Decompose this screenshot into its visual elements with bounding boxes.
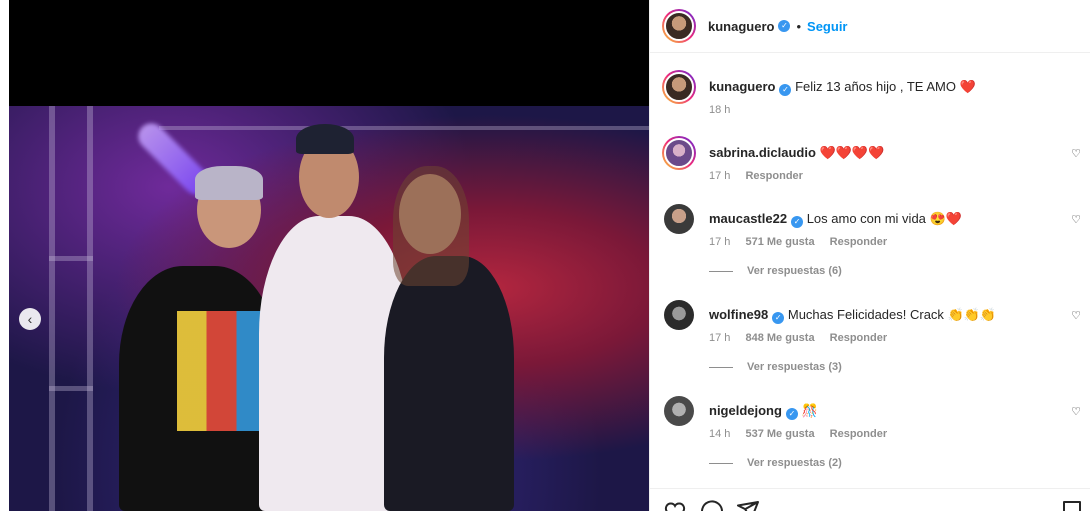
author-username[interactable]: kunaguero [708, 19, 774, 34]
previous-photo-button[interactable]: ‹ [19, 308, 41, 330]
avatar-image [664, 396, 694, 426]
stage-truss [159, 126, 649, 130]
comment-username[interactable]: nigeldejong [709, 403, 782, 418]
comment-text: maucastle22 ✓ Los amo con mi vida 😍❤️ [709, 210, 962, 228]
bookmark-icon[interactable] [1060, 499, 1084, 511]
heart-icon[interactable]: ♡ [1070, 214, 1082, 226]
post-media[interactable]: ‹ [9, 0, 649, 511]
verified-badge-icon: ✓ [779, 84, 792, 96]
comment-likes[interactable]: 537 Me gusta [745, 428, 814, 440]
comment-likes[interactable]: 848 Me gusta [745, 332, 814, 344]
caption-row: kunaguero ✓ Feliz 13 años hijo , TE AMO ❤… [662, 70, 1082, 120]
comment-row: wolfine98 ✓ Muchas Felicidades! Crack 👏👏👏… [662, 298, 1082, 378]
comment-text: nigeldejong ✓ 🎊 [709, 402, 818, 420]
left-edge [0, 0, 9, 511]
reply-button[interactable]: Responder [830, 236, 887, 248]
replies-divider [709, 366, 733, 368]
view-replies-button[interactable]: Ver respuestas (2) [709, 457, 842, 469]
comment-likes[interactable]: 571 Me gusta [745, 236, 814, 248]
comment-meta: 17 h 571 Me gusta Responder [709, 236, 899, 248]
comment-time: 17 h [709, 170, 731, 182]
heart-icon[interactable]: ♡ [1070, 406, 1082, 418]
comment-icon[interactable] [700, 499, 724, 511]
comment-row: sabrina.diclaudio ❤️❤️❤️❤️ ♡ 17 h Respon… [662, 136, 1082, 186]
stage-truss [49, 106, 55, 511]
person-hair [393, 166, 469, 286]
comment-meta: 14 h 537 Me gusta Responder [709, 428, 899, 440]
view-replies-button[interactable]: Ver respuestas (6) [709, 265, 842, 277]
comment-text: wolfine98 ✓ Muchas Felicidades! Crack 👏👏👏 [709, 306, 996, 324]
replies-divider [709, 270, 733, 272]
reply-button[interactable]: Responder [830, 332, 887, 344]
comment-avatar[interactable] [662, 298, 696, 332]
caption-text: kunaguero ✓ Feliz 13 años hijo , TE AMO ❤… [709, 78, 976, 96]
person-girl [384, 256, 514, 511]
heart-icon[interactable]: ♡ [1070, 148, 1082, 160]
view-replies-label: Ver respuestas (6) [747, 265, 842, 277]
verified-badge-icon: ✓ [778, 20, 791, 32]
avatar-image [664, 300, 694, 330]
instagram-post-view: ‹ kunaguero ✓ • Seguir kunaguero ✓ Feliz … [0, 0, 1090, 511]
comment-time: 17 h [709, 332, 731, 344]
avatar-image [664, 11, 694, 41]
caption-body: Feliz 13 años hijo , TE AMO ❤️ [795, 79, 976, 94]
avatar-image [664, 138, 694, 168]
replies-divider [709, 462, 733, 464]
verified-badge-icon: ✓ [772, 312, 785, 324]
caption-username[interactable]: kunaguero [709, 79, 775, 94]
shirt-print [177, 311, 267, 431]
comment-row: maucastle22 ✓ Los amo con mi vida 😍❤️ ♡ 1… [662, 202, 1082, 282]
caption-meta: 18 h [709, 104, 742, 116]
chevron-left-icon: ‹ [27, 311, 33, 327]
stage-truss [87, 106, 93, 511]
comment-body: ❤️❤️❤️❤️ [819, 145, 885, 160]
verified-badge-icon: ✓ [785, 408, 798, 420]
comment-body: Los amo con mi vida 😍❤️ [806, 211, 962, 226]
caption-time: 18 h [709, 104, 731, 116]
cap [296, 124, 354, 154]
verified-badge-icon: ✓ [791, 216, 804, 228]
person-hair [195, 166, 263, 200]
comment-time: 14 h [709, 428, 731, 440]
share-icon[interactable] [736, 499, 760, 511]
avatar-image [664, 72, 694, 102]
heart-icon[interactable]: ♡ [1070, 310, 1082, 322]
stage-truss [49, 386, 93, 391]
comment-avatar[interactable] [662, 394, 696, 428]
comment-avatar[interactable] [662, 202, 696, 236]
comment-meta: 17 h 848 Me gusta Responder [709, 332, 899, 344]
heart-icon[interactable] [664, 499, 688, 511]
caption-avatar[interactable] [662, 70, 696, 104]
post-header: kunaguero ✓ • Seguir [650, 0, 1090, 53]
comment-text: sabrina.diclaudio ❤️❤️❤️❤️ [709, 144, 884, 161]
comment-row: nigeldejong ✓ 🎊 ♡ 14 h 537 Me gusta Respo… [662, 394, 1082, 474]
comment-username[interactable]: maucastle22 [709, 211, 787, 226]
post-actions-bar [650, 488, 1090, 511]
follow-button[interactable]: Seguir [807, 19, 847, 34]
stage-truss [49, 256, 93, 261]
comment-body: Muchas Felicidades! Crack 👏👏👏 [787, 307, 997, 322]
view-replies-button[interactable]: Ver respuestas (3) [709, 361, 842, 373]
separator-dot: • [796, 18, 802, 34]
comment-meta: 17 h Responder [709, 170, 815, 182]
comments-panel: kunaguero ✓ • Seguir kunaguero ✓ Feliz 13… [649, 0, 1090, 511]
comment-username[interactable]: wolfine98 [709, 307, 768, 322]
comment-avatar[interactable] [662, 136, 696, 170]
view-replies-label: Ver respuestas (3) [747, 361, 842, 373]
reply-button[interactable]: Responder [830, 428, 887, 440]
view-replies-label: Ver respuestas (2) [747, 457, 842, 469]
author-avatar[interactable] [662, 9, 696, 43]
comment-body: 🎊 [801, 403, 818, 418]
post-photo [9, 106, 649, 511]
reply-button[interactable]: Responder [745, 170, 802, 182]
avatar-image [664, 204, 694, 234]
comment-username[interactable]: sabrina.diclaudio [709, 145, 816, 160]
comment-time: 17 h [709, 236, 731, 248]
